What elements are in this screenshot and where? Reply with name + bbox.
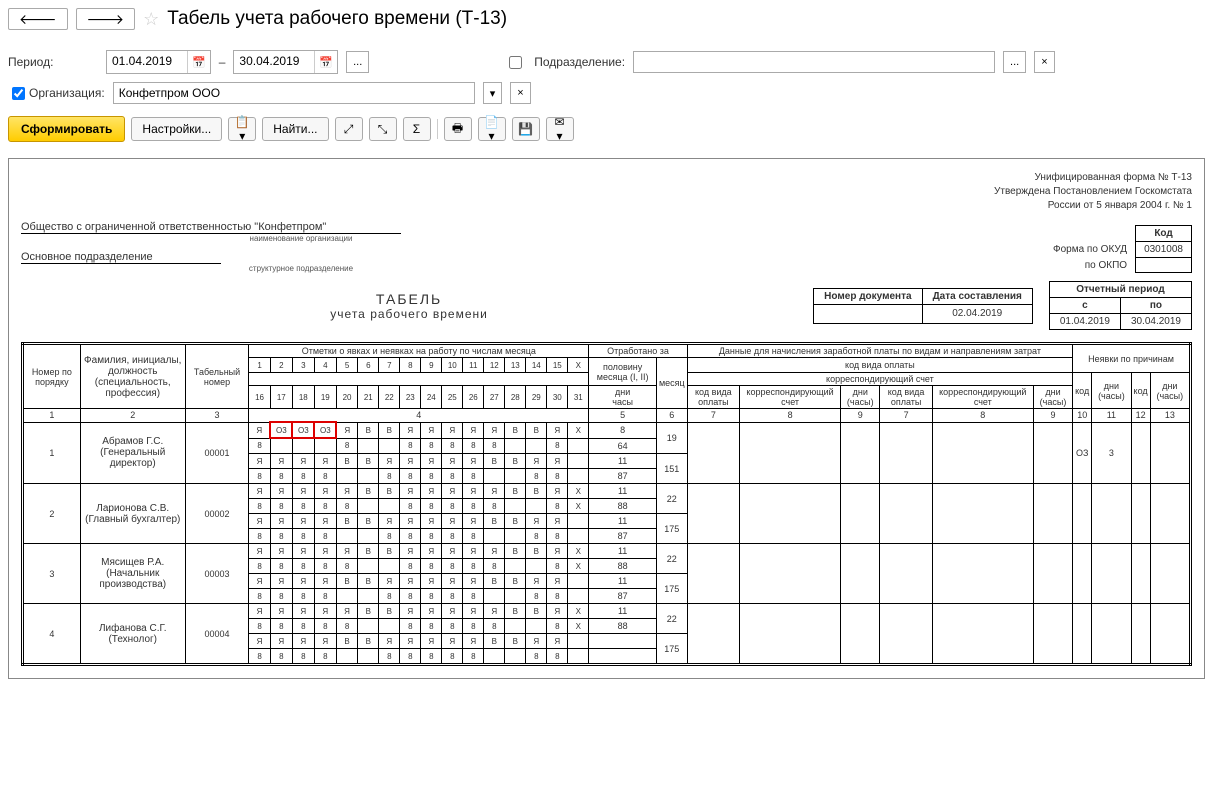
report-period-table: Отчетный период спо 01.04.201930.04.2019 <box>1049 281 1192 330</box>
period-to-input[interactable] <box>234 51 314 71</box>
period-dots-button[interactable]: ... <box>346 51 369 73</box>
generate-button[interactable]: Сформировать <box>8 116 125 142</box>
code-table: Код Форма по ОКУД0301008 по ОКПО <box>1045 225 1192 273</box>
calendar-to-icon[interactable]: 📅 <box>314 51 337 73</box>
division-checkbox[interactable] <box>509 56 522 69</box>
page-title: Табель учета рабочего времени (Т-13) <box>167 8 507 30</box>
forward-button[interactable]: 🡒 <box>76 8 136 30</box>
report-area: Унифицированная форма № Т-13 Утверждена … <box>8 158 1205 679</box>
division-dots-button[interactable]: ... <box>1003 51 1026 73</box>
org-dropdown-button[interactable]: ▾ <box>483 82 503 104</box>
division-clear-button[interactable]: × <box>1034 51 1054 73</box>
form-header-l3: России от 5 января 2004 г. № 1 <box>21 199 1192 213</box>
main-division-sub: структурное подразделение <box>21 264 581 273</box>
save-icon[interactable]: 💾 <box>512 117 540 141</box>
tabel-subtitle: учета рабочего времени <box>21 307 797 321</box>
timesheet-table: Номер по порядкуФамилия, инициалы, должн… <box>21 342 1192 666</box>
favorite-star-icon[interactable]: ☆ <box>143 9 159 30</box>
tabel-title: ТАБЕЛЬ <box>21 291 797 307</box>
division-label: Подразделение: <box>534 55 625 69</box>
period-dash: – <box>219 55 226 69</box>
settings-button[interactable]: Настройки... <box>131 117 222 141</box>
sum-icon[interactable]: Σ <box>403 117 431 141</box>
calendar-from-icon[interactable]: 📅 <box>187 51 210 73</box>
form-header-l1: Унифицированная форма № Т-13 <box>21 171 1192 185</box>
company-name: Общество с ограниченной ответственностью… <box>21 221 401 234</box>
find-button[interactable]: Найти... <box>262 117 328 141</box>
period-from-input[interactable] <box>107 51 187 71</box>
org-label: Организация: <box>29 86 105 100</box>
form-header-l2: Утверждена Постановлением Госкомстата <box>21 185 1192 199</box>
expand-icon[interactable]: ⤢ <box>335 117 363 141</box>
org-checkbox[interactable] <box>12 87 25 100</box>
main-division: Основное подразделение <box>21 251 221 264</box>
preview-icon[interactable]: 📄▾ <box>478 117 506 141</box>
division-input[interactable] <box>633 51 995 73</box>
back-button[interactable]: 🡐 <box>8 8 68 30</box>
company-sub: наименование организации <box>21 234 581 243</box>
org-clear-button[interactable]: × <box>510 82 530 104</box>
variants-icon[interactable]: 📋▾ <box>228 117 256 141</box>
org-input[interactable] <box>113 82 475 104</box>
doc-num-table: Номер документаДата составления 02.04.20… <box>813 288 1033 324</box>
period-label: Период: <box>8 55 98 69</box>
email-icon[interactable]: ✉▾ <box>546 117 574 141</box>
collapse-icon[interactable]: ⤡ <box>369 117 397 141</box>
print-icon[interactable]: 🖶 <box>444 117 472 141</box>
